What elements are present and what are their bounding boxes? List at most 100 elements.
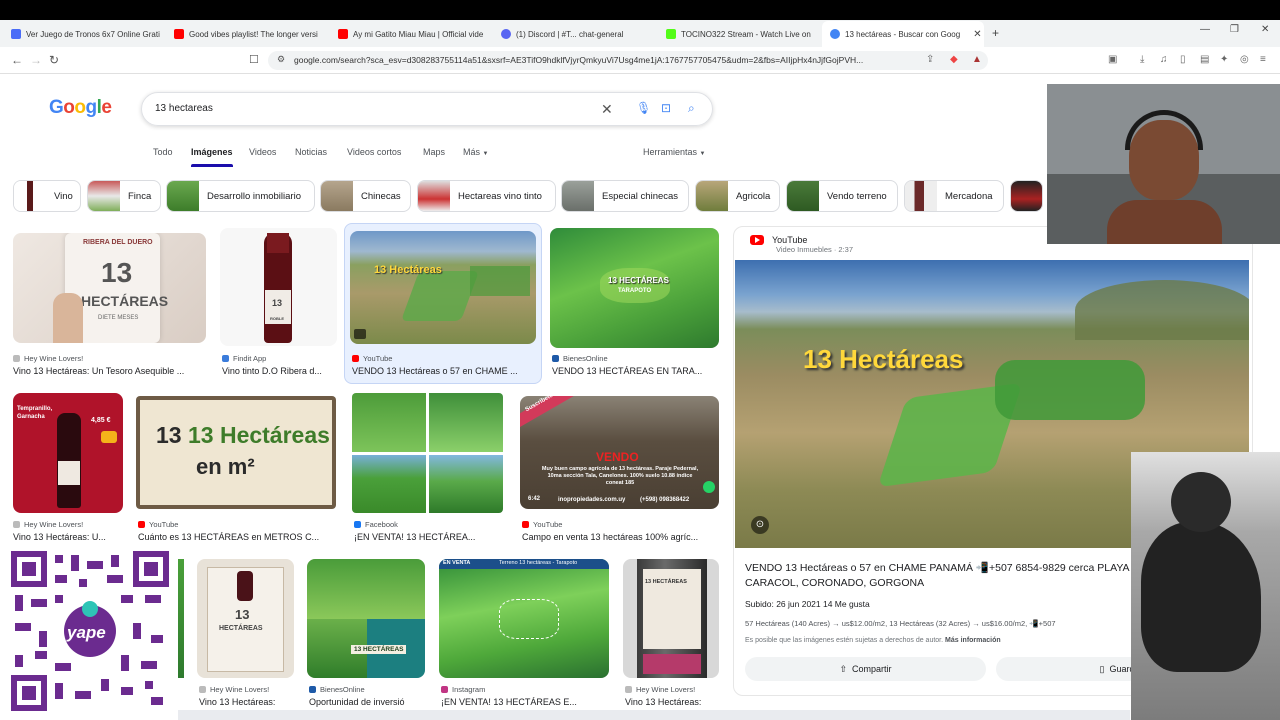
chip-hectareas-vino[interactable]: Hectareas vino tinto — [417, 180, 556, 212]
forward-button[interactable]: → — [30, 53, 42, 67]
result-meta[interactable]: Hey Wine Lovers! Vino 13 Hectáreas: — [199, 685, 294, 707]
chip-agricola[interactable]: Agricola — [695, 180, 780, 212]
clear-icon[interactable]: ✕ — [601, 101, 613, 118]
panel-source[interactable]: YouTube — [750, 235, 807, 245]
result-meta[interactable]: Hey Wine Lovers! Vino 13 Hectáreas: — [625, 685, 719, 707]
chevron-down-icon: ▼ — [699, 151, 706, 157]
tab-noticias[interactable]: Noticias — [295, 147, 327, 157]
result-image[interactable]: 13 ROBLE — [220, 228, 337, 346]
result-image[interactable]: EN VENTA Terreno 13 hectáreas - Tarapoto — [439, 559, 609, 678]
browser-tab-active[interactable]: 13 hectáreas - Buscar con Goog ✕ — [822, 21, 984, 47]
browser-tab[interactable]: Ver Juego de Tronos 6x7 Online Grati — [11, 24, 161, 44]
result-image[interactable]: 13 HECTÁREAS — [307, 559, 425, 678]
chip-mercadona[interactable]: Mercadona — [904, 180, 1004, 212]
chip-finca[interactable]: Finca — [87, 180, 161, 212]
terreno-text: Terreno 13 hectáreas - Tarapoto — [499, 560, 578, 566]
site-info-icon[interactable]: ⚙ — [277, 54, 285, 65]
tools-button[interactable]: Herramientas ▼ — [643, 147, 706, 157]
bookmark-icon[interactable]: ☐ — [249, 53, 259, 66]
reload-button[interactable]: ↻ — [49, 53, 59, 67]
lens-icon[interactable]: ⊡ — [661, 101, 671, 115]
close-tab-icon[interactable]: ✕ — [973, 29, 981, 40]
result-source: Findit App — [233, 354, 267, 363]
wine-number-text: 13 — [101, 257, 133, 288]
result-meta[interactable]: Hey Wine Lovers! Vino 13 Hectáreas: U... — [13, 520, 125, 542]
result-image[interactable]: 13 HECTÁREAS — [623, 559, 719, 678]
result-meta[interactable]: BienesOnline VENDO 13 HECTÁREAS EN TARA..… — [552, 354, 719, 376]
result-meta[interactable]: Findit App Vino tinto D.O Ribera d... — [222, 354, 337, 376]
kick-icon — [666, 29, 676, 39]
result-image[interactable] — [352, 393, 503, 513]
browser-tab[interactable]: Ay mi Gatito Miau Miau | Official vide — [338, 24, 488, 44]
menu-icon[interactable]: ≡ — [1260, 54, 1266, 65]
chip-vino[interactable]: Vino — [13, 180, 81, 212]
ai-icon[interactable]: ✦ — [1220, 54, 1228, 65]
google-logo[interactable]: Google — [49, 97, 112, 119]
result-meta[interactable]: Hey Wine Lovers! Vino 13 Hectáreas: Un Te… — [13, 354, 206, 376]
result-image[interactable]: 13 HECTÁREAS TARAPOTO — [550, 228, 719, 348]
close-window-button[interactable]: ✕ — [1261, 24, 1269, 35]
share-button[interactable]: ⇧ Compartir — [745, 657, 986, 681]
mountains — [1075, 280, 1249, 340]
result-title: Campo en venta 13 hectáreas 100% agríc..… — [522, 532, 699, 542]
tab-imagenes[interactable]: Imágenes — [191, 147, 233, 167]
result-image[interactable]: 13 HECTÁREAS — [197, 559, 294, 678]
new-tab-button[interactable]: + — [992, 26, 999, 40]
chip-especial[interactable]: Especial chinecas — [561, 180, 689, 212]
panel-rights: Es posible que las imágenes estén sujeta… — [745, 637, 1001, 644]
rewards-icon[interactable]: ▲ — [972, 54, 982, 65]
minimize-button[interactable]: — — [1200, 24, 1210, 35]
tab-maps[interactable]: Maps — [423, 147, 445, 157]
restore-button[interactable]: ❐ — [1230, 24, 1239, 35]
result-meta[interactable]: YouTube Campo en venta 13 hectáreas 100% … — [522, 520, 719, 542]
result-meta[interactable]: BienesOnline Oportunidad de inversió — [309, 685, 425, 707]
vpn-icon[interactable]: ◎ — [1240, 54, 1249, 65]
share-icon: ⇧ — [839, 663, 848, 674]
panel-description: 57 Hectáreas (140 Acres) → us$12.00/m2, … — [745, 619, 1056, 628]
downloads-icon[interactable]: ⤓ — [1140, 54, 1144, 65]
result-image[interactable]: 13 Hectáreas — [350, 231, 536, 344]
search-icon[interactable]: ⌕ — [688, 101, 695, 116]
sidebar-icon[interactable]: ▯ — [1180, 54, 1186, 65]
browser-tab[interactable]: TOCINO322 Stream - Watch Live on — [666, 24, 811, 44]
chip-chinecas[interactable]: Chinecas — [320, 180, 411, 212]
chip-label: Vino — [54, 190, 73, 202]
tab-todo[interactable]: Todo — [153, 147, 173, 157]
result-image[interactable]: 13 13 Hectáreas en m² — [136, 396, 336, 509]
brave-shield-icon[interactable]: ◆ — [950, 54, 958, 65]
back-button[interactable]: ← — [11, 53, 23, 67]
result-meta[interactable]: Facebook ¡EN VENTA! 13 HECTÁREA... — [354, 520, 504, 542]
result-meta[interactable]: YouTube VENDO 13 Hectáreas o 57 en CHAME … — [352, 354, 536, 376]
tab-videos[interactable]: Videos — [249, 147, 276, 157]
wallet-icon[interactable]: ▤ — [1200, 54, 1209, 65]
chip-vendo-terreno[interactable]: Vendo terreno — [786, 180, 898, 212]
microphone-icon[interactable]: 🎙 — [636, 101, 651, 115]
tab-label: (1) Discord | #T... chat-general — [516, 29, 624, 39]
browser-tab[interactable]: (1) Discord | #T... chat-general — [501, 24, 646, 44]
chip-more[interactable] — [1010, 180, 1043, 212]
video-duration-text: 6:42 — [528, 496, 541, 502]
tab-videos-cortos[interactable]: Videos cortos — [347, 147, 401, 157]
tab-mas[interactable]: Más ▼ — [463, 147, 488, 157]
result-meta[interactable]: Instagram ¡EN VENTA! 13 HECTÁREAS E... — [441, 685, 609, 707]
lens-icon[interactable]: ⊙ — [751, 516, 769, 534]
tarapoto-title-text: 13 HECTÁREAS — [351, 645, 407, 654]
search-input[interactable]: 13 hectareas — [155, 103, 213, 114]
webcam-overlay — [1047, 84, 1280, 244]
wine-number-text: 13 — [235, 607, 250, 622]
screenshot-icon[interactable]: ▣ — [1108, 54, 1117, 65]
result-image[interactable]: Suscríbete VENDO Muy buen campo agrícola… — [520, 396, 719, 509]
media-icon[interactable]: ♫ — [1160, 54, 1168, 65]
more-info-link[interactable]: Más información — [945, 637, 1001, 644]
result-source: Hey Wine Lovers! — [636, 685, 696, 694]
result-meta[interactable]: YouTube Cuánto es 13 HECTÁREAS en METROS … — [138, 520, 336, 542]
search-box[interactable]: 13 hectareas ✕ 🎙 ⊡ ⌕ — [141, 92, 713, 126]
browser-tab[interactable]: Good vibes playlist! The longer versi — [174, 24, 324, 44]
result-image[interactable]: RIBERA DEL DUERO 13 HECTÁREAS DIETE MESE… — [13, 233, 206, 343]
panel-title[interactable]: VENDO 13 Hectáreas o 57 en CHAME PANAMÁ … — [745, 561, 1145, 591]
chip-desarrollo[interactable]: Desarrollo inmobiliario — [166, 180, 315, 212]
url-bar[interactable]: ⚙ google.com/search?sca_esv=d30828375511… — [268, 51, 988, 70]
share-icon[interactable]: ⇪ — [926, 54, 934, 65]
result-image-partial[interactable] — [178, 559, 184, 678]
result-image[interactable]: Tempranillo, Garnacha 4,85 € — [13, 393, 123, 513]
